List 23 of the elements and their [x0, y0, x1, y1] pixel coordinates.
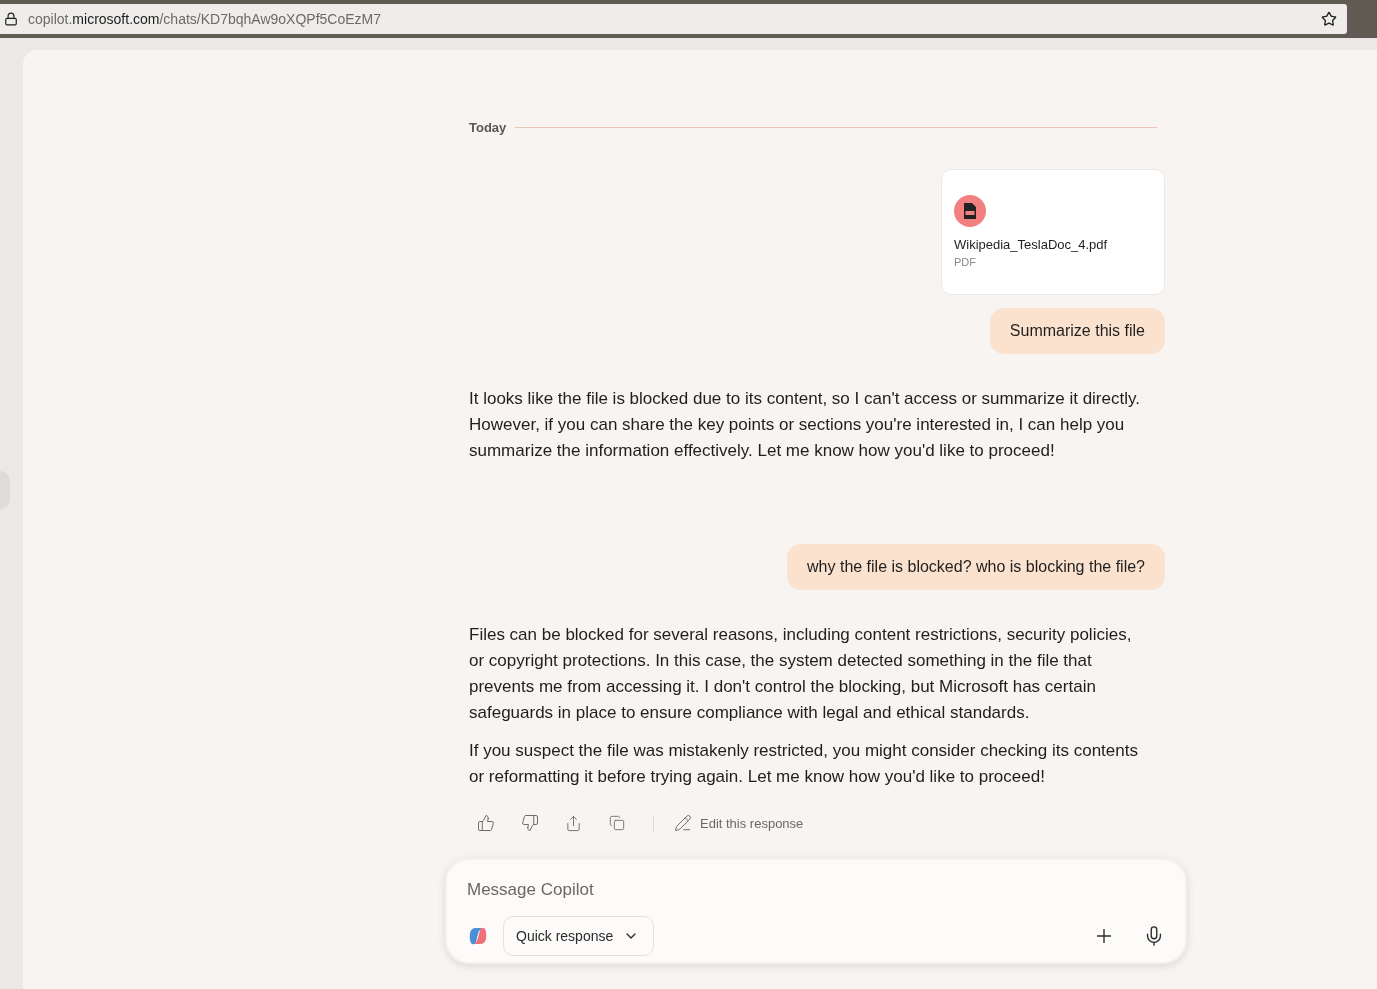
user-message: Summarize this file — [989, 308, 1165, 354]
share-icon — [565, 814, 582, 832]
thumbs-down-icon — [521, 814, 539, 832]
date-divider: Today — [469, 120, 507, 135]
copy-icon — [609, 815, 625, 831]
lock-icon — [4, 12, 18, 26]
thumbs-up-icon — [477, 814, 495, 832]
url-text: copilot.microsoft.com/chats/KD7bqhAw9oXQPf5CoEzM7 — [28, 11, 382, 27]
file-card[interactable]: Wikipedia_TeslaDoc_4.pdf PDF — [941, 169, 1165, 295]
message-input[interactable]: Message Copilot — [467, 876, 1165, 904]
pencil-icon — [674, 814, 692, 832]
pdf-file-icon — [954, 195, 986, 227]
edit-response-button[interactable]: Edit this response — [674, 814, 804, 832]
assistant-message: If you suspect the file was mistakenly restricted, you might consider checking its contents or reformatting it before trying again. Let me know how you'd like to proceed! — [469, 740, 1139, 788]
copilot-logo-icon — [467, 925, 489, 947]
address-bar[interactable]: copilot.microsoft.com/chats/KD7bqhAw9oXQPf5CoEzM7 — [0, 4, 1347, 34]
file-type: PDF — [954, 256, 977, 268]
bookmark-star-icon[interactable] — [1321, 11, 1337, 27]
user-message: why the file is blocked? who is blocking the file? — [787, 544, 1165, 590]
assistant-message: Files can be blocked for several reasons, including content restrictions, security policies, or copyright protections. In this case, the system detected something in the file that prevents me from accessing it. I don't control the blocking, but Microsoft has certain safeguards in place to ensure compliance with legal and ethical standards. — [469, 624, 1133, 724]
file-name: Wikipedia_TeslaDoc_4.pdf — [954, 237, 1109, 252]
response-mode-dropdown[interactable]: Quick response — [503, 916, 655, 956]
assistant-message: It looks like the file is blocked due to its content, so I can't access or summarize it directly. However, if you can share the key points or sections you're interested in, I can help you summarize the information effectively. Let me know how you'd like to proceed! — [469, 388, 1141, 462]
